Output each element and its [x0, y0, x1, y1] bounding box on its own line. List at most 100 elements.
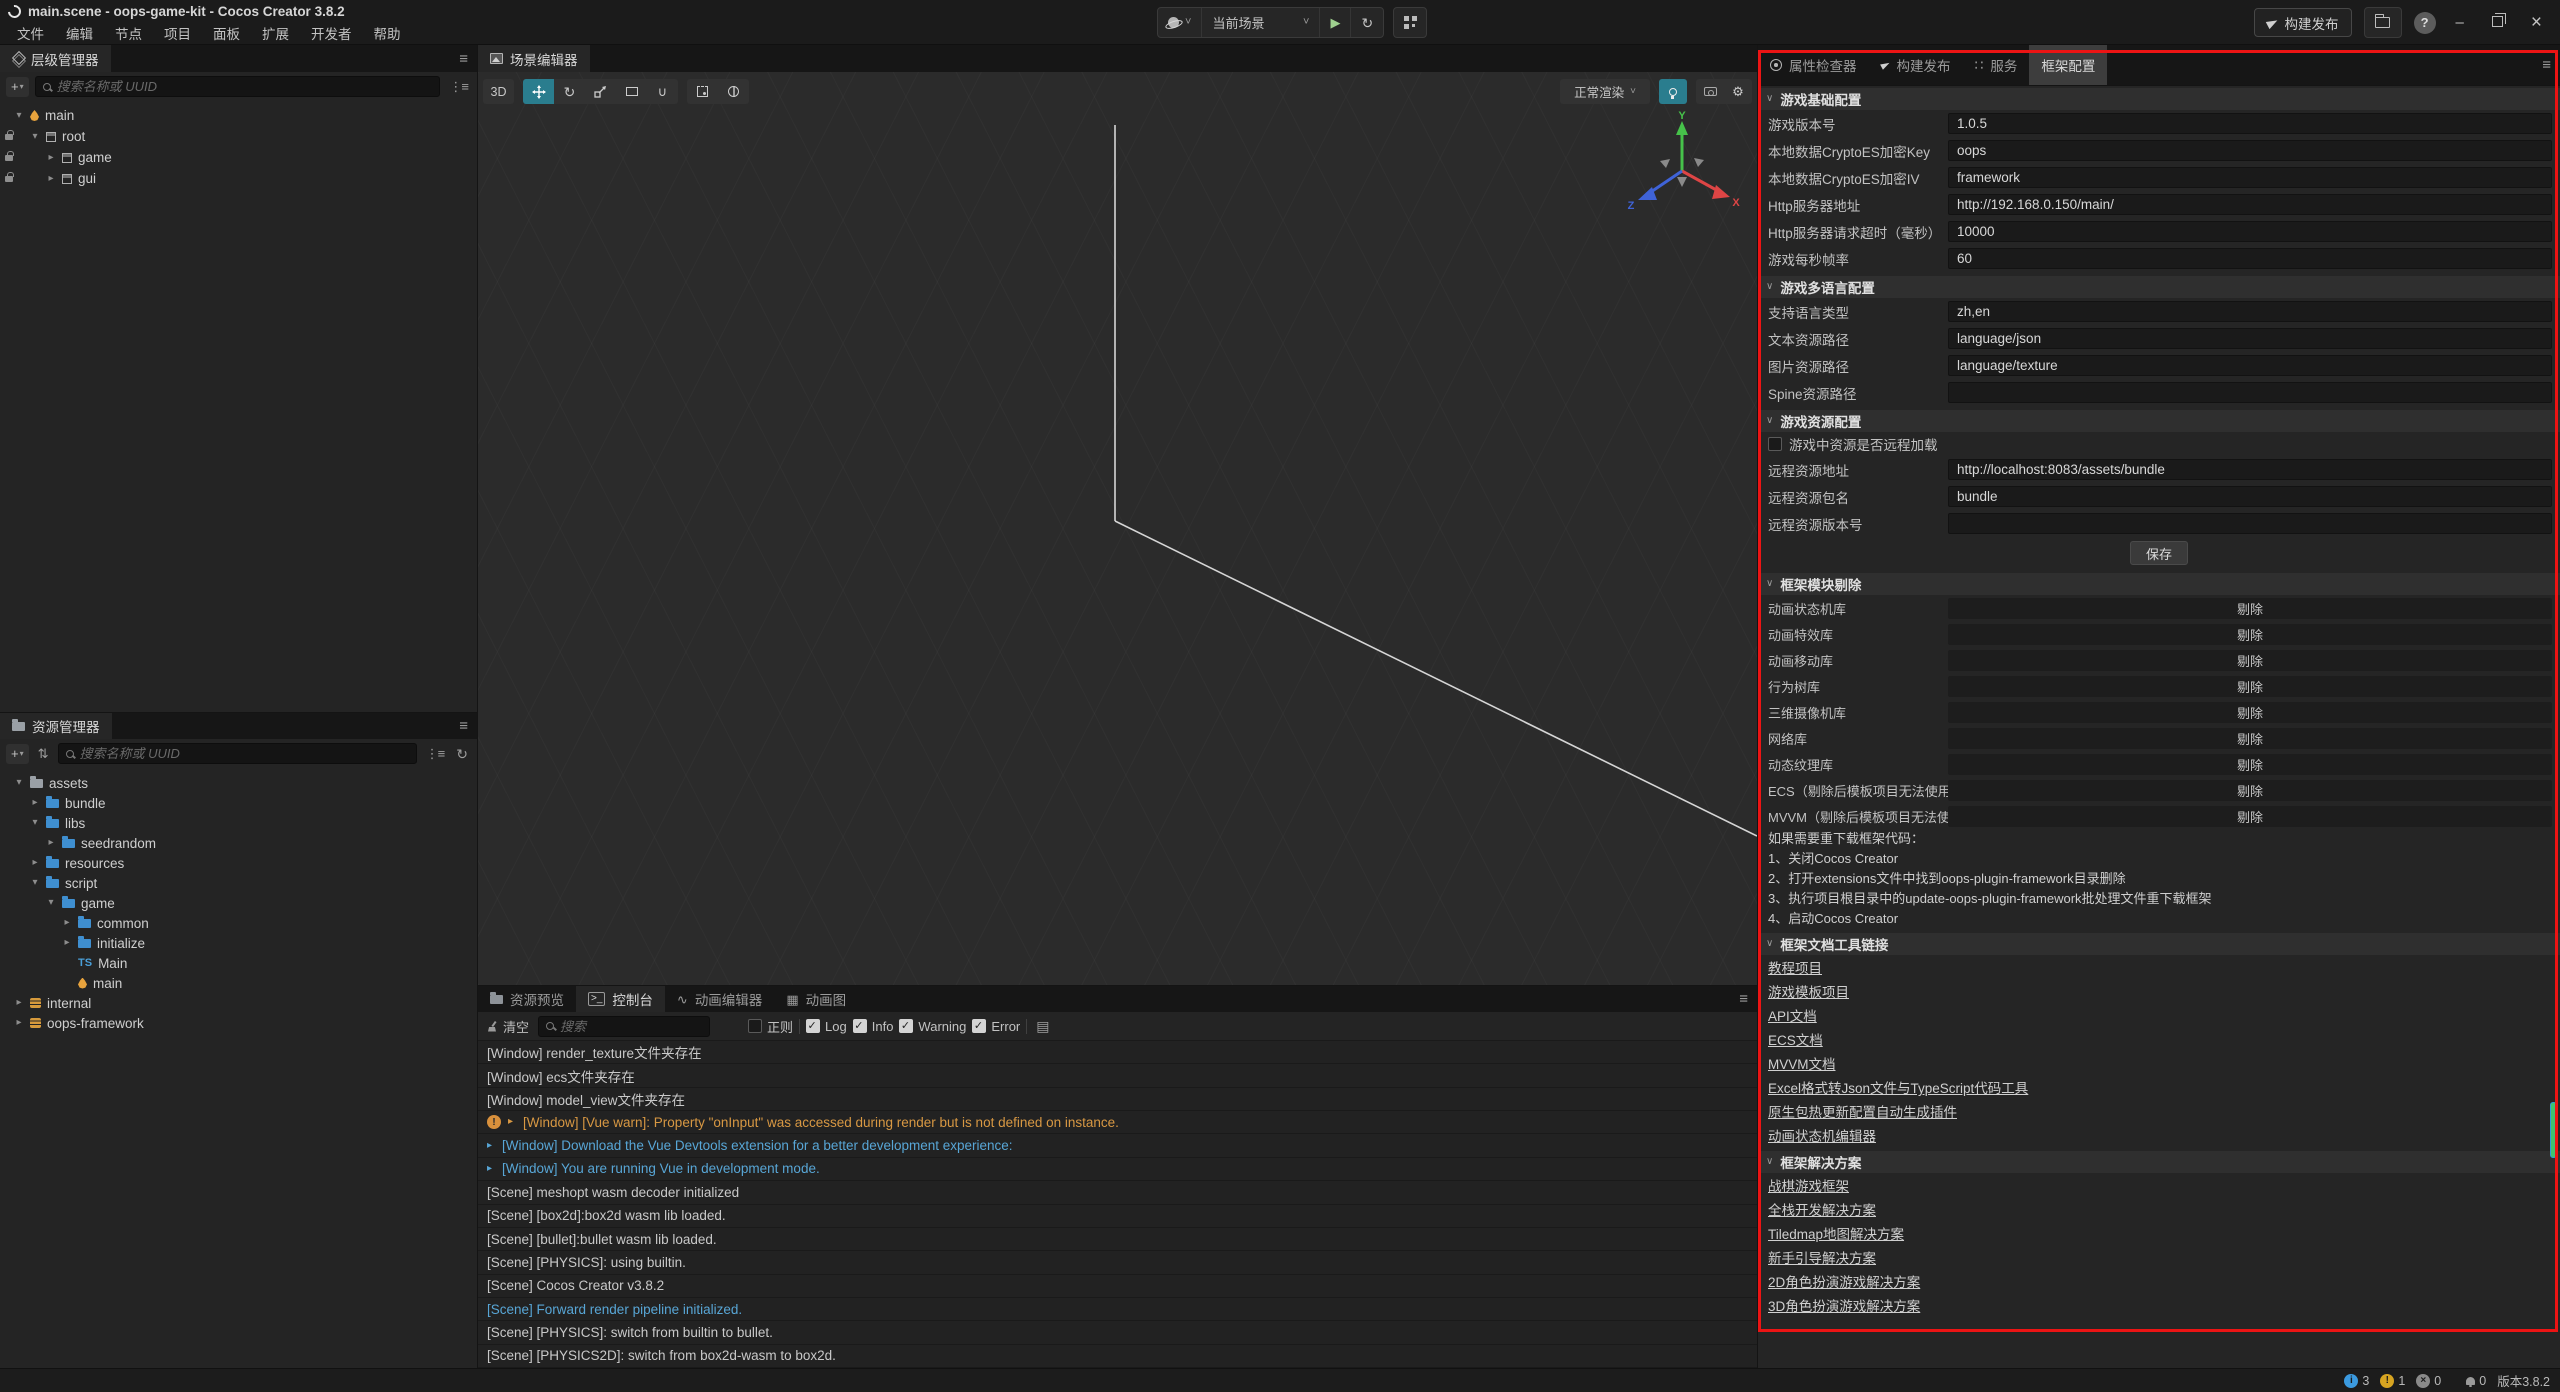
- rect-tool-button[interactable]: [616, 79, 647, 104]
- solution-link[interactable]: Tiledmap地图解决方案: [1768, 1223, 1904, 1243]
- section-module-remove[interactable]: 框架模块剔除: [1758, 573, 2560, 595]
- asset-node-seedrandom[interactable]: seedrandom: [0, 833, 477, 853]
- asset-node-common[interactable]: common: [0, 913, 477, 933]
- filter-icon[interactable]: [423, 745, 448, 762]
- section-game-base-config[interactable]: 游戏基础配置: [1758, 88, 2560, 110]
- filter-error-checkbox[interactable]: Error: [972, 1019, 1020, 1034]
- log-row-info[interactable]: [Window] You are running Vue in developm…: [478, 1158, 1757, 1181]
- remove-button[interactable]: 剔除: [2237, 729, 2263, 748]
- text-res-path-input[interactable]: [1948, 328, 2552, 349]
- lighting-toggle-button[interactable]: [1659, 79, 1687, 104]
- panel-menu-icon[interactable]: [459, 719, 468, 734]
- console-search-input[interactable]: [560, 1019, 702, 1034]
- tab-console[interactable]: 控制台: [576, 986, 665, 1012]
- window-minimize-button[interactable]: [2448, 15, 2472, 30]
- section-res-config[interactable]: 游戏资源配置: [1758, 410, 2560, 432]
- refresh-preview-button[interactable]: [1351, 8, 1383, 37]
- mode-3d-button[interactable]: 3D: [483, 79, 514, 104]
- menu-node[interactable]: 节点: [106, 21, 151, 45]
- caret-right-icon[interactable]: [62, 938, 72, 948]
- doc-link[interactable]: MVVM文档: [1768, 1053, 1836, 1073]
- http-timeout-input[interactable]: [1948, 221, 2552, 242]
- rotate-tool-button[interactable]: [554, 79, 585, 104]
- caret-down-icon[interactable]: [30, 818, 40, 828]
- scene-viewport[interactable]: Y X Z 3D: [478, 72, 1757, 985]
- log-row[interactable]: [Scene] meshopt wasm decoder initialized: [478, 1181, 1757, 1204]
- asset-node-internal[interactable]: internal: [0, 993, 477, 1013]
- tab-animation-editor[interactable]: 动画编辑器: [665, 986, 774, 1012]
- menu-project[interactable]: 项目: [155, 21, 200, 45]
- caret-down-icon[interactable]: [30, 878, 40, 888]
- caret-right-icon[interactable]: [30, 798, 40, 808]
- section-i18n-config[interactable]: 游戏多语言配置: [1758, 276, 2560, 298]
- status-error-count[interactable]: × 0: [2416, 1374, 2441, 1388]
- filter-warning-checkbox[interactable]: Warning: [899, 1019, 966, 1034]
- save-button[interactable]: 保存: [2130, 541, 2188, 565]
- expand-icon[interactable]: [487, 1164, 495, 1174]
- caret-down-icon[interactable]: [14, 111, 24, 121]
- axis-gizmo[interactable]: Y X Z: [1622, 111, 1742, 231]
- panel-menu-icon[interactable]: [2542, 58, 2551, 73]
- log-row[interactable]: [Scene] [PHYSICS]: using builtin.: [478, 1251, 1757, 1274]
- tab-hierarchy[interactable]: 层级管理器: [0, 45, 111, 72]
- tree-node-root[interactable]: root: [0, 126, 477, 147]
- tab-asset-preview[interactable]: 资源预览: [478, 986, 576, 1012]
- open-project-folder-button[interactable]: [2364, 7, 2402, 38]
- tree-node-gui[interactable]: gui: [0, 168, 477, 189]
- remove-button[interactable]: 剔除: [2237, 677, 2263, 696]
- remove-button[interactable]: 剔除: [2237, 807, 2263, 826]
- assets-search-input[interactable]: [80, 746, 409, 761]
- menu-extension[interactable]: 扩展: [253, 21, 298, 45]
- tab-animation-graph[interactable]: 动画图: [774, 986, 858, 1012]
- section-solutions[interactable]: 框架解决方案: [1758, 1151, 2560, 1173]
- create-asset-button[interactable]: [6, 744, 29, 764]
- http-server-input[interactable]: [1948, 194, 2552, 215]
- asset-node-script[interactable]: script: [0, 873, 477, 893]
- lock-icon[interactable]: [5, 155, 13, 161]
- asset-node-oops-framework[interactable]: oops-framework: [0, 1013, 477, 1033]
- asset-node-main-scene[interactable]: main: [0, 973, 477, 993]
- section-doc-links[interactable]: 框架文档工具链接: [1758, 933, 2560, 955]
- log-row[interactable]: [Window] model_view文件夹存在: [478, 1088, 1757, 1111]
- scrollbar-thumb[interactable]: [2550, 1102, 2557, 1158]
- spine-res-path-input[interactable]: [1948, 382, 2552, 403]
- log-row-info[interactable]: [Window] Download the Vue Devtools exten…: [478, 1134, 1757, 1157]
- asset-node-initialize[interactable]: initialize: [0, 933, 477, 953]
- doc-link[interactable]: 原生包热更新配置自动生成插件: [1768, 1101, 1957, 1121]
- preview-qr-button[interactable]: [1393, 7, 1427, 38]
- solution-link[interactable]: 2D角色扮演游戏解决方案: [1768, 1271, 1920, 1291]
- caret-right-icon[interactable]: [30, 858, 40, 868]
- play-button[interactable]: [1320, 8, 1351, 37]
- remote-res-bundle-input[interactable]: [1948, 486, 2552, 507]
- languages-input[interactable]: [1948, 301, 2552, 322]
- remove-button[interactable]: 剔除: [2237, 703, 2263, 722]
- caret-right-icon[interactable]: [14, 998, 24, 1008]
- menu-help[interactable]: 帮助: [365, 21, 410, 45]
- tree-node-main[interactable]: main: [0, 105, 477, 126]
- refresh-icon[interactable]: [453, 745, 471, 763]
- game-version-input[interactable]: [1948, 113, 2552, 134]
- remove-button[interactable]: 剔除: [2237, 781, 2263, 800]
- build-publish-button[interactable]: 构建发布: [2254, 8, 2352, 37]
- coordinate-space-button[interactable]: [718, 79, 749, 104]
- filter-log-checkbox[interactable]: Log: [806, 1019, 847, 1034]
- log-row[interactable]: [Window] render_texture文件夹存在: [478, 1041, 1757, 1064]
- tab-service[interactable]: 服务: [1963, 45, 2030, 85]
- log-row[interactable]: [Scene] [box2d]:box2d wasm lib loaded.: [478, 1205, 1757, 1228]
- panel-menu-icon[interactable]: [1739, 992, 1748, 1007]
- status-warning-count[interactable]: ! 1: [2380, 1374, 2405, 1388]
- remote-res-version-input[interactable]: [1948, 513, 2552, 534]
- pivot-anchor-button[interactable]: [687, 79, 718, 104]
- doc-link[interactable]: Excel格式转Json文件与TypeScript代码工具: [1768, 1077, 2028, 1097]
- open-log-file-icon[interactable]: [1033, 1017, 1052, 1035]
- asset-node-game[interactable]: game: [0, 893, 477, 913]
- remote-load-checkbox[interactable]: 游戏中资源是否远程加载: [1758, 432, 2560, 456]
- menu-edit[interactable]: 编辑: [57, 21, 102, 45]
- doc-link[interactable]: 游戏模板项目: [1768, 981, 1849, 1001]
- log-row-info[interactable]: [Scene] Forward render pipeline initiali…: [478, 1298, 1757, 1321]
- caret-down-icon[interactable]: [14, 778, 24, 788]
- log-row[interactable]: [Scene] [bullet]:bullet wasm lib loaded.: [478, 1228, 1757, 1251]
- caret-right-icon[interactable]: [62, 918, 72, 928]
- regex-checkbox[interactable]: 正则: [748, 1017, 793, 1036]
- caret-right-icon[interactable]: [46, 153, 56, 163]
